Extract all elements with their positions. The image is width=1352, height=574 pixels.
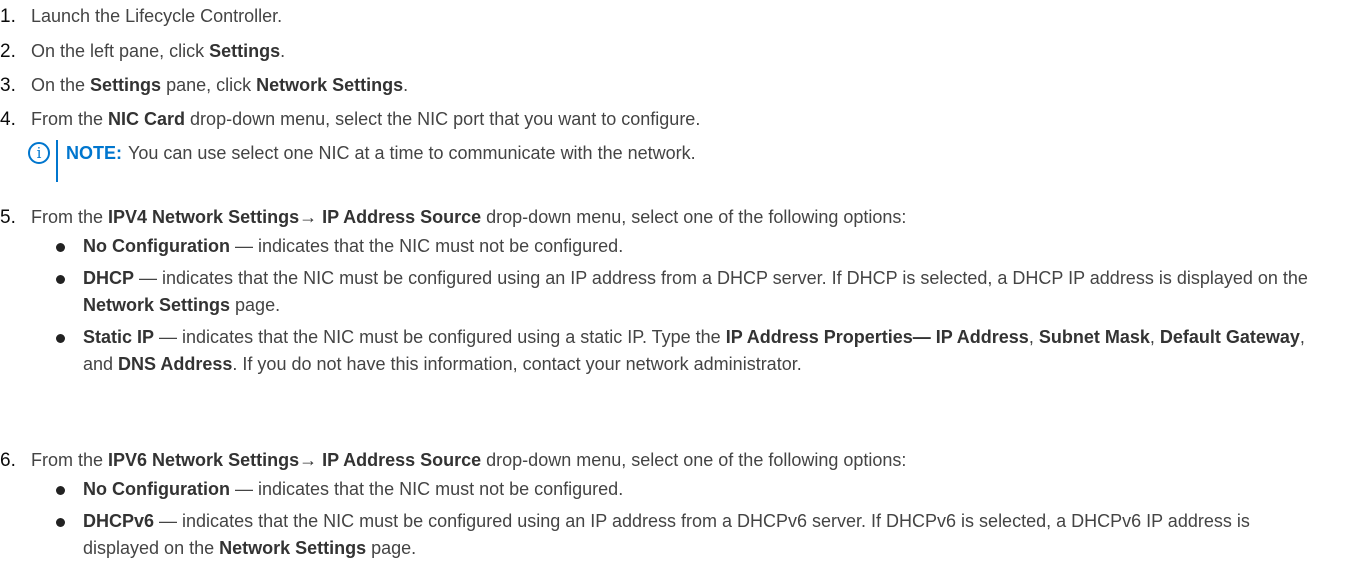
ipv4-options-list: No Configuration — indicates that the NI… <box>56 233 1326 378</box>
bullet-icon <box>56 243 65 252</box>
bullet-icon <box>56 486 65 495</box>
step-text: From the IPV4 Network Settings→ IP Addre… <box>31 207 907 227</box>
step-text: Launch the Lifecycle Controller. <box>31 6 283 26</box>
ipv6-options-list: No Configuration — indicates that the NI… <box>56 476 1326 562</box>
note-text: You can use select one NIC at a time to … <box>128 143 696 163</box>
list-item: No Configuration — indicates that the NI… <box>56 476 1326 503</box>
step-text: From the NIC Card drop-down menu, select… <box>31 109 701 129</box>
step-number: 2. <box>0 41 16 62</box>
list-item: DHCP — indicates that the NIC must be co… <box>56 265 1326 319</box>
step-number: 1. <box>0 6 16 27</box>
bullet-icon <box>56 334 65 343</box>
info-circle-icon: i <box>28 142 50 164</box>
bullet-icon <box>56 275 65 284</box>
bullet-icon <box>56 518 65 527</box>
note-label: NOTE: <box>66 143 122 163</box>
list-item: No Configuration — indicates that the NI… <box>56 233 1326 260</box>
step-number: 6. <box>0 450 16 471</box>
step-text: From the IPV6 Network Settings→ IP Addre… <box>31 450 907 470</box>
note-divider <box>56 140 58 182</box>
step-number: 5. <box>0 207 16 228</box>
step-number: 3. <box>0 75 16 96</box>
step-text: On the Settings pane, click Network Sett… <box>31 75 409 95</box>
step-number: 4. <box>0 109 16 130</box>
note-callout: i NOTE: You can use select one NIC at a … <box>28 140 696 182</box>
step-text: On the left pane, click Settings. <box>31 41 286 61</box>
list-item: Static IP — indicates that the NIC must … <box>56 324 1326 378</box>
document-page: 1. Launch the Lifecycle Controller. 2. O… <box>0 0 1352 574</box>
list-item: DHCPv6 — indicates that the NIC must be … <box>56 508 1326 562</box>
